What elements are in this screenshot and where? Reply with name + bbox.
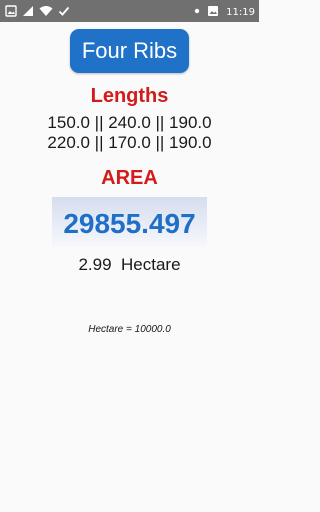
status-bar-left-icons [5, 4, 70, 22]
wifi-icon [39, 4, 53, 22]
area-heading: AREA [101, 167, 158, 189]
status-bar: 11:19 [0, 0, 259, 22]
lengths-line-1: 150.0 || 240.0 || 190.0 [47, 113, 212, 132]
hectare-conversion-note: Hectare = 10000.0 [88, 324, 171, 335]
status-bar-right: 11:19 [194, 4, 255, 22]
image-icon [207, 4, 219, 22]
signal-icon [22, 4, 34, 22]
check-icon [58, 4, 70, 22]
area-value: 29855.497 [63, 208, 196, 239]
image-icon [5, 4, 17, 22]
hectare-row: 2.99 Hectare [0, 255, 259, 275]
status-time: 11:19 [226, 7, 255, 18]
lengths-heading: Lengths [90, 85, 169, 107]
four-ribs-button[interactable]: Four Ribs [70, 29, 189, 73]
area-value-box: 29855.497 [52, 197, 207, 247]
hectare-unit: Hectare [121, 255, 181, 274]
dot-icon [194, 4, 200, 22]
lengths-line-2: 220.0 || 170.0 || 190.0 [47, 133, 212, 152]
hectare-value: 2.99 [78, 255, 112, 274]
